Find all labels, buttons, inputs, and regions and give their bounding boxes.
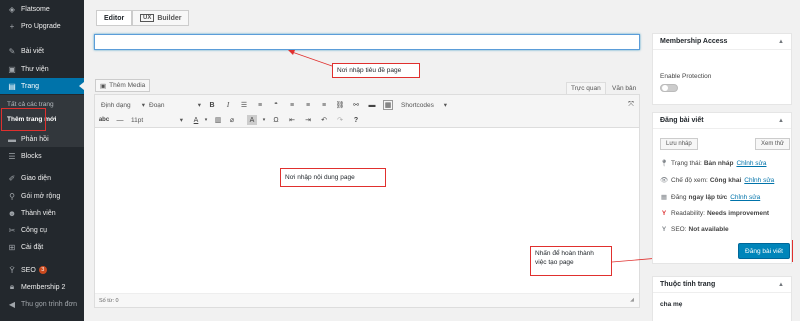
note-publish: Nhấn để hoàn thành việc tạo page bbox=[530, 246, 612, 276]
yoast-readability-icon: Y bbox=[661, 210, 667, 217]
edit-schedule-link[interactable]: Chỉnh sửa bbox=[730, 194, 760, 201]
panel-header: Thuộc tính trang ▲ bbox=[653, 277, 791, 293]
seo-line: Y SEO: Not available bbox=[661, 226, 729, 233]
arrow-title bbox=[291, 51, 333, 67]
arrowhead-title bbox=[288, 50, 295, 55]
note-content: Nơi nhập nội dung page bbox=[280, 168, 386, 187]
page-attributes-panel: Thuộc tính trang ▲ cha mẹ bbox=[652, 276, 792, 321]
panel-header: Đăng bài viết ▲ bbox=[653, 113, 791, 129]
status-line: 📍︎ Trạng thái: Bản nháp Chỉnh sửa bbox=[660, 159, 767, 168]
enable-protection-toggle[interactable] bbox=[660, 84, 678, 92]
note-title: Nơi nhập tiêu đề page bbox=[332, 63, 420, 78]
calendar-icon: ▦ bbox=[660, 194, 668, 201]
publish-button[interactable]: Đăng bài viết bbox=[738, 243, 790, 259]
publish-panel: Đăng bài viết ▲ Lưu nháp Xem thử 📍︎ Trạng … bbox=[652, 112, 792, 264]
schedule-line: ▦ Đăng ngay lập tức Chỉnh sửa bbox=[660, 193, 761, 202]
readability-line: Y Readability: Needs improvement bbox=[661, 210, 770, 217]
membership-access-panel: Membership Access ▲ Enable Protection bbox=[652, 33, 792, 105]
yoast-seo-icon: Y bbox=[661, 226, 667, 233]
caret-up-icon[interactable]: ▲ bbox=[778, 118, 784, 124]
eye-icon: 👁︎ bbox=[660, 177, 669, 184]
panel-header: Membership Access ▲ bbox=[653, 34, 791, 50]
preview-button[interactable]: Xem thử bbox=[755, 138, 791, 150]
parent-label: cha mẹ bbox=[660, 301, 683, 308]
pin-icon: 📍︎ bbox=[660, 160, 669, 167]
edit-visibility-link[interactable]: Chỉnh sửa bbox=[744, 177, 774, 184]
edit-status-link[interactable]: Chỉnh sửa bbox=[736, 160, 766, 167]
visibility-line: 👁︎ Chế độ xem: Công khai Chỉnh sửa bbox=[660, 176, 775, 185]
enable-protection-label: Enable Protection bbox=[660, 73, 712, 80]
caret-up-icon[interactable]: ▲ bbox=[778, 39, 784, 45]
caret-up-icon[interactable]: ▲ bbox=[778, 282, 784, 288]
save-draft-button[interactable]: Lưu nháp bbox=[660, 138, 698, 150]
